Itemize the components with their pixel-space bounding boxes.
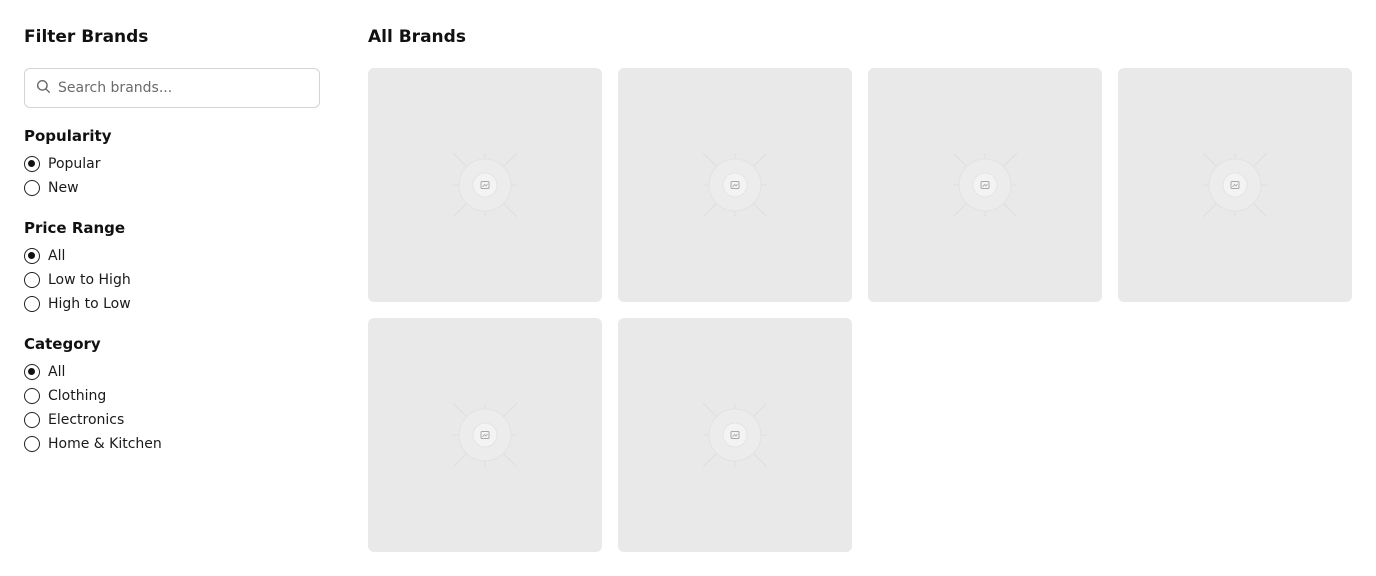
brand-card[interactable] [618,318,852,552]
radio-label: All [48,248,66,264]
filter-group-popularity: Popularity Popular New [24,126,320,200]
group-title-price-range: Price Range [24,219,126,237]
brand-card[interactable] [868,68,1102,302]
image-placeholder-icon [702,402,768,468]
radio-label: All [48,364,66,380]
image-placeholder-icon [452,152,518,218]
filter-group-category: Category All Clothing Electronics Home &… [24,334,320,456]
page-title: All Brands [368,27,466,47]
brand-card[interactable] [1118,68,1352,302]
radio-button[interactable] [24,436,40,452]
radio-button[interactable] [24,296,40,312]
image-placeholder-icon [952,152,1018,218]
radio-label: Electronics [48,412,125,428]
radio-button[interactable] [24,412,40,428]
filter-group-price-range: Price Range All Low to High High to Low [24,218,320,316]
search-input[interactable] [58,80,298,96]
radio-label: Home & Kitchen [48,436,162,452]
radio-button[interactable] [24,248,40,264]
radio-option-clothing[interactable]: Clothing [24,384,320,408]
radio-label: Popular [48,156,101,172]
radio-button[interactable] [24,180,40,196]
radio-option-new[interactable]: New [24,176,320,200]
radio-label: Clothing [48,388,107,404]
search-box[interactable] [24,68,320,108]
group-title-category: Category [24,335,101,353]
image-placeholder-icon [702,152,768,218]
radio-option-category-all[interactable]: All [24,360,320,384]
radio-button[interactable] [24,272,40,288]
brand-card[interactable] [618,68,852,302]
sidebar-title: Filter Brands [24,27,149,47]
radio-label: New [48,180,79,196]
radio-option-home-kitchen[interactable]: Home & Kitchen [24,432,320,456]
filter-sidebar: Filter Brands Popularity Popular New Pri… [24,26,320,456]
radio-label: Low to High [48,272,131,288]
image-placeholder-icon [452,402,518,468]
brand-card[interactable] [368,318,602,552]
radio-option-high-to-low[interactable]: High to Low [24,292,320,316]
radio-option-low-to-high[interactable]: Low to High [24,268,320,292]
group-title-popularity: Popularity [24,127,112,145]
radio-button[interactable] [24,364,40,380]
radio-option-price-all[interactable]: All [24,244,320,268]
radio-button[interactable] [24,156,40,172]
brands-main: All Brands [368,26,1352,552]
search-icon [36,79,51,98]
radio-option-popular[interactable]: Popular [24,152,320,176]
brand-grid [368,68,1352,552]
radio-option-electronics[interactable]: Electronics [24,408,320,432]
radio-button[interactable] [24,388,40,404]
image-placeholder-icon [1202,152,1268,218]
brand-card[interactable] [368,68,602,302]
radio-label: High to Low [48,296,131,312]
